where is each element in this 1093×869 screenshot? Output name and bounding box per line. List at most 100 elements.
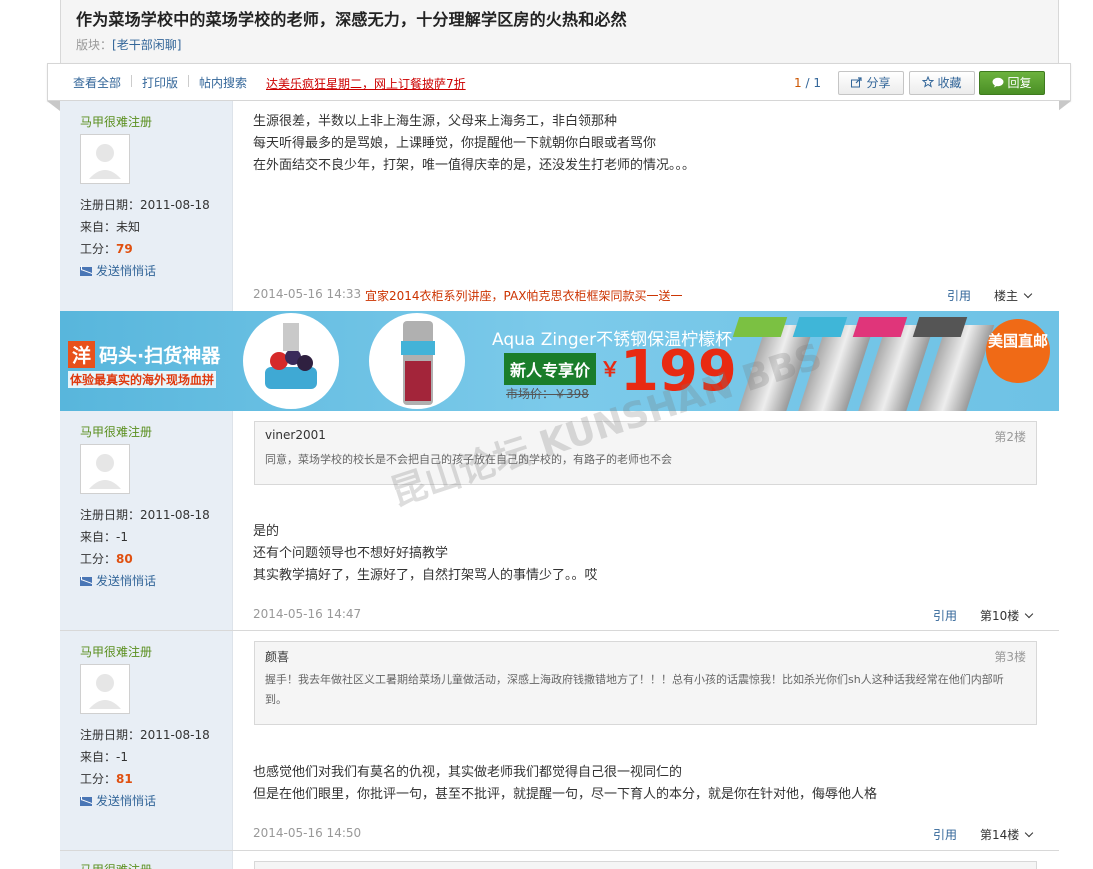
post-content: 也感觉他们对我们有莫名的仇视，其实做老师我们都觉得自己很一视同仁的 但是在他们眼… <box>253 762 877 806</box>
send-message-link[interactable]: 发送悄悄话 <box>80 572 156 589</box>
points-info: 工分：79 <box>80 240 133 257</box>
content-line: 生源很差，半数以上非上海生源，父母来上海务工，非白领那种 <box>253 114 618 129</box>
floor-menu[interactable]: 第14楼 <box>980 826 1034 843</box>
floor-menu[interactable]: 楼主 <box>994 287 1033 304</box>
chevron-down-icon <box>1023 289 1033 299</box>
reg-label: 注册日期： <box>80 728 141 742</box>
from-info: 来自：-1 <box>80 748 128 765</box>
envelope-icon <box>80 577 92 586</box>
page-total[interactable]: 1 <box>813 76 821 90</box>
share-icon <box>851 77 863 88</box>
ad-brand-tag: 洋 <box>68 341 96 368</box>
post-ad-link[interactable]: 宜家2014衣柜系列讲座，PAX帕克思衣柜框架同款买一送一 <box>365 287 682 304</box>
reg-value: 2011-08-18 <box>140 198 210 212</box>
floor-label: 楼主 <box>994 289 1019 303</box>
quote-floor[interactable]: 第2楼 <box>994 428 1026 445</box>
username-link[interactable]: 马甲很难注册 <box>80 861 152 869</box>
from-label: 来自： <box>80 220 117 234</box>
post-time: 2014-05-16 14:33 <box>253 287 362 301</box>
avatar[interactable] <box>80 664 130 714</box>
bottle-image <box>369 313 465 409</box>
reg-value: 2011-08-18 <box>140 728 210 742</box>
points-value: 80 <box>116 552 133 566</box>
view-all-link[interactable]: 查看全部 <box>73 74 121 91</box>
board-label: 版块： <box>76 38 113 52</box>
reg-value: 2011-08-18 <box>140 508 210 522</box>
chevron-down-icon <box>1025 609 1034 619</box>
ad-currency: ￥ <box>600 357 620 381</box>
reg-label: 注册日期： <box>80 198 141 212</box>
content-line: 其实教学搞好了，生源好了，自然打架骂人的事情少了。。哎 <box>253 568 598 583</box>
ad-direct-mail-badge: 美国直邮 <box>986 319 1050 383</box>
send-message-label: 发送悄悄话 <box>96 574 157 588</box>
thread-title: 作为菜场学校中的菜场学校的老师，深感无力，十分理解学区房的火热和必然 <box>76 10 627 29</box>
fruit-infuser-image <box>243 313 339 409</box>
avatar[interactable] <box>80 444 130 494</box>
points-label: 工分： <box>80 552 117 566</box>
content-line: 但是在他们眼里，你批评一句，甚至不批评，就提醒一句，尽一下育人的本分，就是你在针… <box>253 787 878 802</box>
username-link[interactable]: 马甲很难注册 <box>80 643 152 660</box>
post-content: 是的 还有个问题领导也不想好好搞教学 其实教学搞好了，生源好了，自然打架骂人的事… <box>253 521 598 587</box>
post-content: 生源很差，半数以上非上海生源，父母来上海务工，非白领那种 每天听得最多的是骂娘，… <box>253 111 695 177</box>
bottle-cap <box>852 317 908 337</box>
avatar[interactable] <box>80 134 130 184</box>
board-info: 版块：[老干部闲聊] <box>76 36 181 53</box>
floor-label: 第14楼 <box>980 828 1020 842</box>
quote-button[interactable]: 引用 <box>933 607 957 624</box>
promo-link[interactable]: 达美乐疯狂星期二，网上订餐披萨7折 <box>266 75 466 92</box>
board-link[interactable]: [老干部闲聊] <box>112 38 181 52</box>
forum-page: 作为菜场学校中的菜场学校的老师，深感无力，十分理解学区房的火热和必然 版块：[老… <box>0 0 1093 869</box>
default-avatar-icon <box>89 144 121 179</box>
floor-menu[interactable]: 第10楼 <box>980 607 1034 624</box>
favorite-button[interactable]: 收藏 <box>909 71 975 95</box>
favorite-label: 收藏 <box>937 76 962 90</box>
points-label: 工分： <box>80 772 117 786</box>
share-button[interactable]: 分享 <box>838 71 904 95</box>
quote-author[interactable]: viner2001 <box>265 428 326 442</box>
print-link[interactable]: 打印版 <box>142 74 178 91</box>
search-in-thread-link[interactable]: 帖内搜索 <box>199 74 247 91</box>
reply-button[interactable]: 回复 <box>979 71 1045 95</box>
quote-floor[interactable]: 第3楼 <box>994 648 1026 665</box>
from-label: 来自： <box>80 750 117 764</box>
from-info: 来自：未知 <box>80 218 140 235</box>
page-separator: / <box>801 76 814 90</box>
toolbar-fold-right <box>1058 101 1071 111</box>
page-current[interactable]: 1 <box>794 76 802 90</box>
reg-date: 注册日期：2011-08-18 <box>80 726 210 743</box>
points-label: 工分： <box>80 242 117 256</box>
default-avatar-icon <box>89 454 121 489</box>
quote-button[interactable]: 引用 <box>933 826 957 843</box>
bottle-cap <box>912 317 968 337</box>
star-icon <box>922 75 935 88</box>
from-label: 来自： <box>80 530 117 544</box>
reply-label: 回复 <box>1007 76 1032 90</box>
send-message-link[interactable]: 发送悄悄话 <box>80 262 156 279</box>
bottle-cap <box>732 317 788 337</box>
ad-banner[interactable]: 洋码头·扫货神器 体验最真实的海外现场血拼 Aqua Zinger不锈钢保温柠檬… <box>60 311 1059 411</box>
default-avatar-icon <box>89 674 121 709</box>
ad-subtitle: 体验最真实的海外现场血拼 <box>68 371 217 388</box>
ad-market-price: 市场价：￥398 <box>506 387 589 401</box>
content-line: 在外面结交不良少年，打架，唯一值得庆幸的是，还没发生打老师的情况。。。 <box>253 158 696 173</box>
quote-text: 握手！我去年做社区义工暑期给菜场儿童做活动，深感上海政府钱撒错地方了！！！总有小… <box>265 673 1004 706</box>
from-info: 来自：-1 <box>80 528 128 545</box>
quote-button[interactable]: 引用 <box>947 287 971 304</box>
bottle-icon <box>401 321 435 405</box>
quote-author[interactable]: 颜喜 <box>265 648 289 665</box>
username-link[interactable]: 马甲很难注册 <box>80 423 152 440</box>
content-line: 每天听得最多的是骂娘，上课睡觉，你提醒他一下就朝你白眼或者骂你 <box>253 136 657 151</box>
post-4: 马甲很难注册 <box>60 851 1059 869</box>
thread-toolbar: 查看全部 打印版 帖内搜索 达美乐疯狂星期二，网上订餐披萨7折 1 / 1 分享… <box>47 63 1071 101</box>
comment-icon <box>992 77 1004 88</box>
reg-label: 注册日期： <box>80 508 141 522</box>
toolbar-divider <box>188 75 189 87</box>
send-message-link[interactable]: 发送悄悄话 <box>80 792 156 809</box>
username-link[interactable]: 马甲很难注册 <box>80 113 152 130</box>
quote-block <box>254 861 1037 869</box>
content-line: 还有个问题领导也不想好好搞教学 <box>253 546 449 561</box>
fruit-icon <box>265 323 317 389</box>
toolbar-divider <box>131 75 132 87</box>
chevron-down-icon <box>1025 828 1034 838</box>
from-value: -1 <box>116 750 128 764</box>
